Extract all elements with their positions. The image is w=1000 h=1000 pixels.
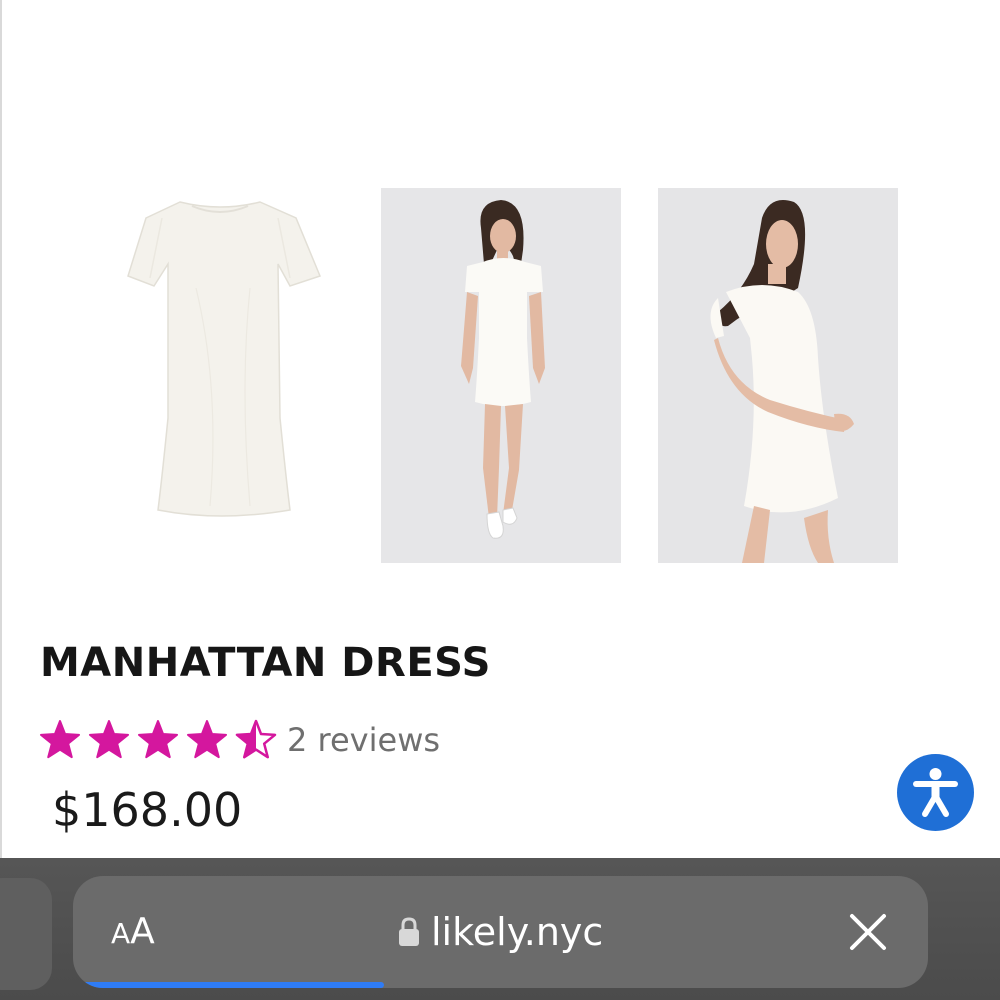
previous-tab-preview[interactable] (0, 878, 52, 990)
reader-text-size-button[interactable]: AA (111, 876, 155, 988)
dress-model-front-image[interactable] (381, 188, 621, 563)
clear-url-button[interactable] (848, 912, 888, 952)
url-display[interactable]: likely.nyc (398, 876, 603, 988)
accessibility-person-icon (913, 768, 958, 817)
close-icon (850, 914, 886, 950)
reader-aa-big: A (130, 911, 155, 952)
reviews-link[interactable]: 2 reviews (287, 721, 440, 759)
star-full-icon (137, 720, 179, 759)
dress-flat-lay-image[interactable] (100, 188, 340, 563)
accessibility-button[interactable] (897, 754, 974, 831)
star-full-icon (186, 720, 228, 759)
page-load-progress (83, 982, 918, 988)
star-full-icon (88, 720, 130, 759)
page-load-progress-fill (83, 982, 384, 988)
dress-model-side-image[interactable] (658, 188, 898, 563)
lock-icon (399, 917, 419, 946)
star-full-icon (39, 720, 81, 759)
product-image-gallery (100, 188, 900, 563)
url-text: likely.nyc (431, 910, 604, 954)
product-rating: 2 reviews (38, 718, 440, 762)
star-half-icon (235, 719, 277, 759)
rating-stars (38, 718, 283, 762)
address-bar[interactable]: AA likely.nyc (73, 876, 928, 988)
reader-aa-small: A (111, 917, 131, 950)
browser-toolbar: AA likely.nyc (0, 858, 1000, 1000)
product-price: $168.00 (52, 783, 243, 837)
product-title: MANHATTAN DRESS (40, 640, 491, 686)
page-left-border (0, 0, 2, 858)
